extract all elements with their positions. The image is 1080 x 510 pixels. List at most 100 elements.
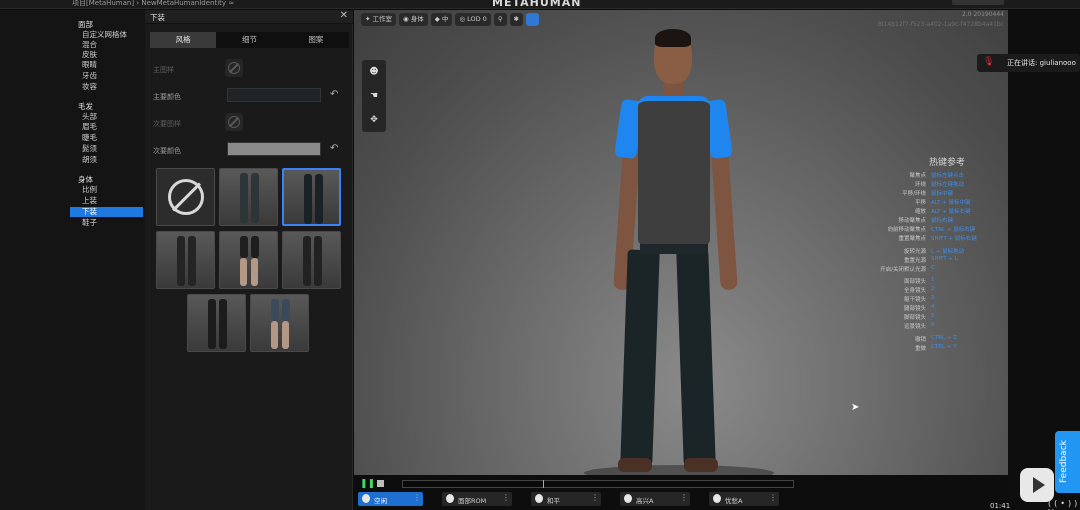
more-icon[interactable]: ⋮ <box>680 493 688 502</box>
hotkey-binding: SHIFT + L <box>931 256 958 262</box>
category-item-custom-mesh[interactable]: 自定义网格体 <box>82 30 142 40</box>
reset-secondary-color-icon[interactable]: ↶ <box>330 143 338 154</box>
hotkey-binding: SHIFT + 鼠标右键 <box>931 236 977 242</box>
tab-style[interactable]: 风格 <box>150 32 217 48</box>
category-item-makeup[interactable]: 妆容 <box>82 82 142 92</box>
more-icon[interactable]: ⋮ <box>769 493 777 502</box>
hotkey-row: 重置聚焦点 SHIFT + 鼠标右键 <box>874 234 1008 243</box>
category-item-blend[interactable]: 混合 <box>82 40 142 50</box>
hotkey-title: 热键参考 <box>929 158 966 168</box>
animation-peace-button[interactable]: 和平 ⋮ <box>531 492 601 506</box>
wireframe-icon[interactable]: ⚲ <box>493 13 507 26</box>
bottoms-option-jeans-gray[interactable] <box>219 168 278 226</box>
category-item-bottoms[interactable]: 下装 <box>70 207 143 217</box>
hotkey-row: 全身镜头 2 <box>874 286 1008 295</box>
hotkey-row: 躯干镜头 3 <box>874 295 1008 304</box>
hotkey-action: 远景镜头 <box>903 324 926 330</box>
user-account-button[interactable] <box>952 0 1004 5</box>
head-icon[interactable]: ☻ <box>362 60 386 84</box>
category-item-eyelashes[interactable]: 睫毛 <box>82 133 142 143</box>
hotkey-row: 环绕 鼠标左键拖动 <box>874 180 1008 189</box>
tab-details[interactable]: 细节 <box>216 32 282 48</box>
category-item-eyes[interactable]: 眼睛 <box>82 60 142 70</box>
more-icon[interactable]: ⋮ <box>413 493 421 502</box>
category-item-skin[interactable]: 皮肤 <box>82 50 142 60</box>
tab-pattern[interactable]: 图案 <box>283 32 349 48</box>
face-icon <box>446 494 454 503</box>
animation-happy-a-button[interactable]: 高兴A ⋮ <box>620 492 690 506</box>
pause-icon[interactable]: ❚❚ <box>360 479 375 489</box>
feedback-label: Feedback <box>1059 440 1069 483</box>
hotkey-action: 重置聚焦点 <box>898 236 926 242</box>
lod-button[interactable]: ◎ LOD 0 <box>455 13 491 26</box>
hotkey-action: 向前移动聚焦点 <box>887 227 926 233</box>
metahuman-character <box>600 29 760 475</box>
bottoms-option-joggers[interactable] <box>156 231 215 289</box>
more-icon[interactable]: ⋮ <box>502 493 510 502</box>
settings-icon[interactable]: ✱ <box>509 13 524 26</box>
animation-worried-a-button[interactable]: 忧愁A ⋮ <box>709 492 779 506</box>
character-viewport[interactable]: ✦ 工作室 ◉ 身体 ◆ 中 ◎ LOD 0 ⚲ ✱ 2.0 20190444 … <box>354 10 1008 475</box>
hotkey-action: 聚焦点 <box>909 173 926 179</box>
hotkey-binding: CTRL + 鼠标右键 <box>931 227 976 233</box>
hotkey-row: 重置光源 SHIFT + L <box>874 256 1008 265</box>
hotkey-row: 向前移动聚焦点 CTRL + 鼠标右键 <box>874 225 1008 234</box>
hotkey-action: 腿部镜头 <box>903 306 926 312</box>
stop-icon[interactable] <box>377 480 384 487</box>
left-pant-leg <box>620 249 660 466</box>
hotkey-row: 平移 ALT + 鼠标中键 <box>874 198 1008 207</box>
hotkey-binding: 4 <box>931 304 935 310</box>
bottoms-option-shorts-blue[interactable] <box>250 294 309 352</box>
animation-idle-button[interactable]: 空闲 ⋮ <box>358 492 423 506</box>
reset-primary-color-icon[interactable]: ↶ <box>330 89 338 100</box>
hotkey-binding: 6 <box>931 322 935 328</box>
bottoms-option-jeans-dark[interactable] <box>282 168 341 226</box>
hotkey-action: 脚部镜头 <box>903 315 926 321</box>
close-icon[interactable]: ✕ <box>340 10 348 21</box>
feedback-button[interactable]: Feedback <box>1055 431 1080 493</box>
hotkey-action: 重做 <box>914 346 926 352</box>
toggle-icon[interactable] <box>526 13 540 26</box>
hotkey-binding: 2 <box>931 286 935 292</box>
hotkey-binding: CTRL + Z <box>931 335 957 341</box>
bottoms-option-cargo[interactable] <box>282 231 341 289</box>
timeline-scrubber[interactable] <box>402 480 794 488</box>
primary-pattern-disabled-icon <box>225 59 243 77</box>
category-item-proportions[interactable]: 比例 <box>82 185 142 195</box>
more-icon[interactable]: ⋮ <box>591 493 599 502</box>
category-item-head-hair[interactable]: 头部 <box>82 112 142 122</box>
viewport-tools: ☻ ☚ ✥ <box>362 60 386 132</box>
category-item-beard[interactable]: 胡须 <box>82 155 142 165</box>
category-item-eyebrows[interactable]: 眉毛 <box>82 122 142 132</box>
secondary-pattern-disabled-icon <box>225 113 243 131</box>
category-item-shoes[interactable]: 鞋子 <box>82 218 142 228</box>
hotkey-action: 移动聚焦点 <box>898 218 926 224</box>
speaker-text: 正在讲话: giulianooo <box>1007 59 1076 67</box>
panel-title: 下装 <box>150 13 165 22</box>
bottoms-option-none[interactable] <box>156 168 215 226</box>
left-shoe <box>618 458 652 472</box>
secondary-color-swatch[interactable] <box>227 142 321 156</box>
quality-medium-button[interactable]: ◆ 中 <box>430 13 453 26</box>
category-item-mustache[interactable]: 髭须 <box>82 144 142 154</box>
hotkey-binding: CTRL + Y <box>931 344 957 350</box>
animation-face-rom-button[interactable]: 面部ROM ⋮ <box>442 492 512 506</box>
hand-icon[interactable]: ☚ <box>362 84 386 108</box>
category-group-hair: 毛发 <box>78 102 93 111</box>
animation-label: 面部ROM <box>458 497 487 505</box>
category-group-face: 面部 <box>78 20 93 29</box>
version-text: 2.0 20190444 <box>962 11 1004 18</box>
category-item-tops[interactable]: 上装 <box>82 196 142 206</box>
lighting-label: 工作室 <box>372 15 393 23</box>
video-play-icon[interactable] <box>1020 468 1054 502</box>
move-icon[interactable]: ✥ <box>362 108 386 132</box>
lighting-studio-button[interactable]: ✦ 工作室 <box>361 13 397 26</box>
status-icons[interactable]: ((•)) ⛶ <box>1048 499 1080 510</box>
bottoms-option-track-pants[interactable] <box>187 294 246 352</box>
animation-buttons: 空闲 ⋮ 面部ROM ⋮ 和平 ⋮ 高兴A ⋮ 忧愁A ⋮ <box>358 492 779 506</box>
primary-color-swatch[interactable] <box>227 88 321 102</box>
category-item-teeth[interactable]: 牙齿 <box>82 71 142 81</box>
camera-body-button[interactable]: ◉ 身体 <box>399 13 428 26</box>
bottoms-option-shorts-black[interactable] <box>219 231 278 289</box>
hotkey-row: 腿部镜头 4 <box>874 304 1008 313</box>
